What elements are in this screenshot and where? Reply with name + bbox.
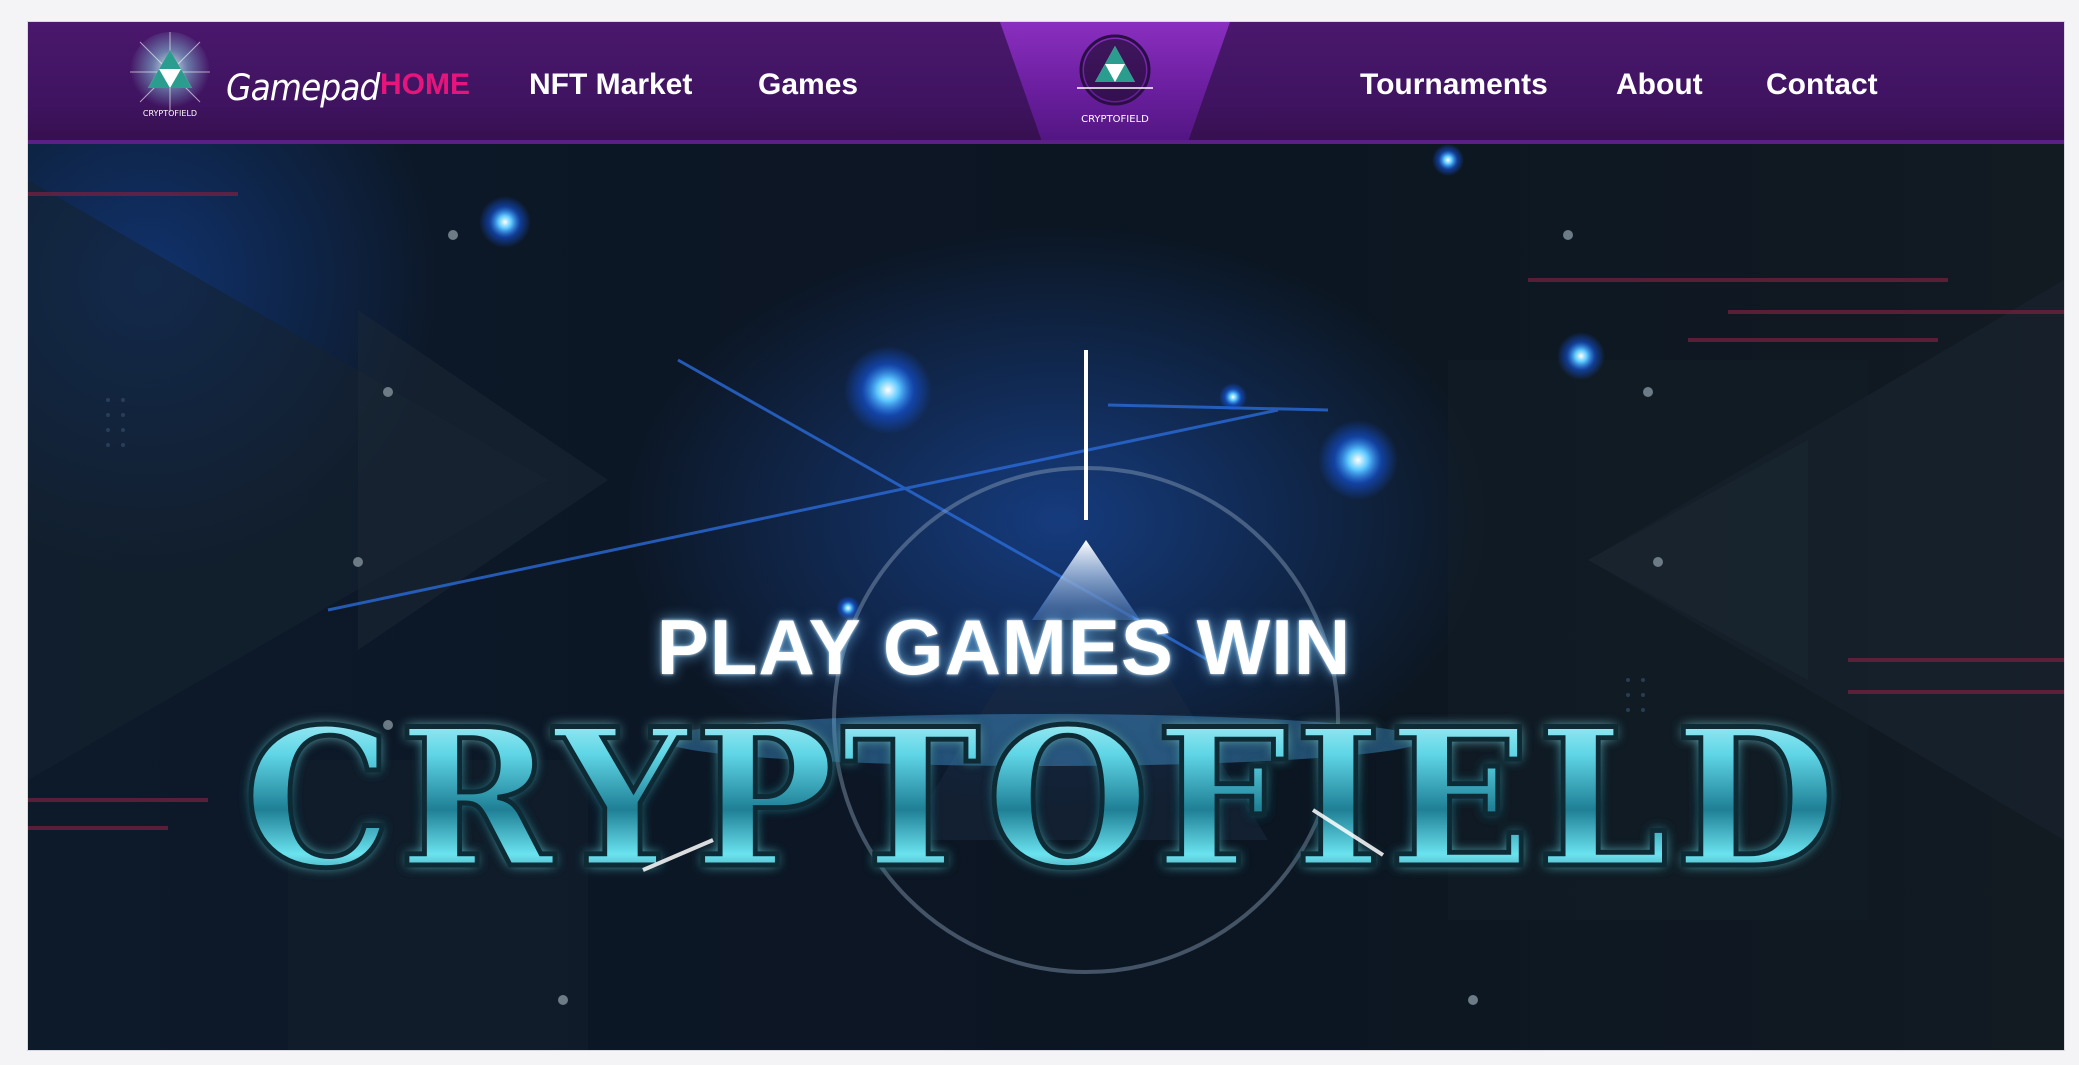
hero-banner: PLAY GAMES WIN CRYPTOFIELD [28,140,2064,1050]
hero-title: CRYPTOFIELD [223,700,1863,920]
brand-link[interactable]: CRYPTOFIELD Gamepad [118,28,380,132]
top-navbar: CRYPTOFIELD Gamepad HOME NFT Market Game… [28,22,2064,144]
center-logo-text: CRYPTOFIELD [1081,114,1149,125]
nav-tournaments[interactable]: Tournaments [1360,68,1548,102]
hero-title-text: CRYPTOFIELD [243,700,1843,910]
hero-tagline: PLAY GAMES WIN [656,603,1352,691]
nav-games[interactable]: Games [758,68,858,102]
cryptofield-logo-icon: CRYPTOFIELD [118,28,222,132]
brand-logo-text: CRYPTOFIELD [143,109,197,118]
nav-home[interactable]: HOME [380,68,470,102]
center-logo-tab[interactable]: CRYPTOFIELD [1000,22,1230,140]
nav-about[interactable]: About [1616,68,1703,102]
cryptofield-center-logo-icon: CRYPTOFIELD [1077,34,1153,125]
nav-nft-market[interactable]: NFT Market [529,68,692,102]
nav-contact[interactable]: Contact [1766,68,1878,102]
brand-name: Gamepad [226,65,380,109]
browser-viewport: CRYPTOFIELD Gamepad HOME NFT Market Game… [28,22,2064,1050]
